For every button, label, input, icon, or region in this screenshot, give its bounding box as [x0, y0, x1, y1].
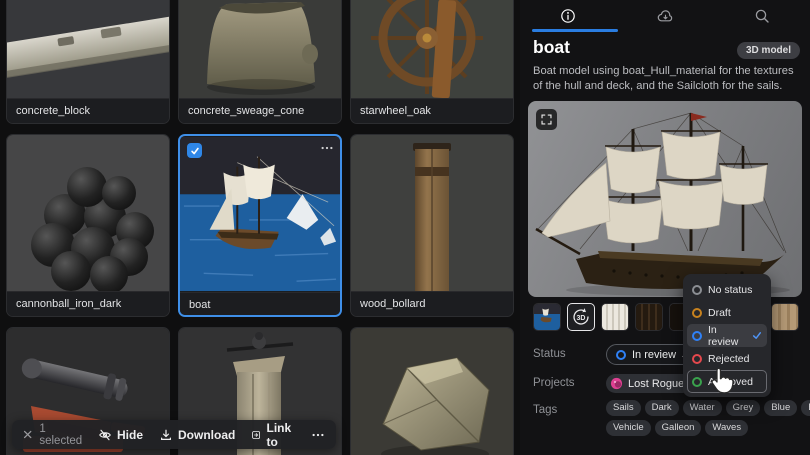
asset-card-rock[interactable]: [350, 327, 514, 455]
asset-name-label: starwheel_oak: [351, 98, 513, 124]
asset-name-label: wood_bollard: [351, 291, 513, 317]
asset-name-label: cannonball_iron_dark: [7, 291, 169, 317]
eye-off-icon: [98, 428, 112, 442]
thumb-tan-wood-texture[interactable]: [771, 303, 799, 331]
tags-field-label: Tags: [533, 404, 557, 416]
asset-card-concrete-sweage-cone[interactable]: concrete_sweage_cone: [178, 0, 342, 124]
check-icon: [752, 330, 762, 341]
asset-name-label: concrete_block: [7, 98, 169, 124]
cursor-pointer: [706, 366, 736, 398]
detail-panel: boat 3D model Boat model using boat_Hull…: [520, 0, 810, 455]
status-dot-amber: [692, 308, 702, 318]
asset-manager-app: concrete_block concrete_sweage_cone: [0, 0, 810, 455]
tag-chip[interactable]: Vehicle: [606, 420, 651, 436]
tag-chip[interactable]: Dark: [645, 400, 679, 416]
thumb-dark-wood-texture[interactable]: [635, 303, 663, 331]
more-options-icon[interactable]: [320, 140, 334, 158]
selected-checkbox[interactable]: [187, 143, 202, 158]
tag-chip[interactable]: Waves: [705, 420, 748, 436]
status-dot-in-review: [616, 350, 626, 360]
check-icon: [190, 146, 200, 156]
status-dot-green: [692, 377, 702, 387]
clear-selection-icon[interactable]: [23, 429, 32, 440]
ellipsis-icon: [311, 430, 325, 440]
more-actions-button[interactable]: [311, 430, 325, 440]
cannonball-iron-dark-thumbnail: [7, 135, 169, 291]
expand-icon: [541, 114, 552, 125]
tag-chip[interactable]: Blue: [764, 400, 797, 416]
thumb-3d-rotate[interactable]: 3D: [567, 303, 595, 331]
model-3d-viewport[interactable]: [528, 101, 802, 297]
search-icon: [754, 8, 770, 24]
status-field-label: Status: [533, 348, 566, 360]
cloud-download-icon: [657, 9, 674, 24]
selection-bar: 1 selected Hide Download: [12, 420, 336, 449]
starwheel-oak-thumbnail: [351, 0, 513, 98]
asset-title: boat: [533, 37, 570, 58]
asset-name-label: concrete_sweage_cone: [179, 98, 341, 124]
asset-name-label: boat: [180, 292, 340, 317]
download-button[interactable]: Download: [159, 428, 235, 442]
concrete-block-thumbnail: [7, 0, 169, 98]
project-avatar-icon: [610, 377, 623, 390]
wood-bollard-thumbnail: [351, 135, 513, 291]
info-icon: [560, 8, 576, 24]
asset-card-concrete-block[interactable]: concrete_block: [6, 0, 170, 124]
tab-cloud-sync[interactable]: [617, 0, 714, 32]
asset-type-badge: 3D model: [737, 42, 800, 59]
asset-description: Boat model using boat_Hull_material for …: [533, 64, 799, 95]
status-dot-red: [692, 354, 702, 364]
thumb-sailcloth-texture[interactable]: [601, 303, 629, 331]
tab-info[interactable]: [520, 0, 617, 32]
asset-grid: concrete_block concrete_sweage_cone: [0, 0, 520, 455]
tags-list: Sails Dark Water Grey Blue Boat Vehicle …: [606, 400, 806, 440]
status-option-in-review[interactable]: In review: [687, 324, 767, 347]
status-option-draft[interactable]: Draft: [687, 301, 767, 324]
link-to-button[interactable]: Link to: [251, 421, 295, 449]
rock-thumbnail: [351, 328, 513, 455]
panel-tabs: [520, 0, 810, 32]
download-icon: [159, 428, 173, 442]
tag-chip[interactable]: Water: [683, 400, 722, 416]
hide-button[interactable]: Hide: [98, 428, 143, 442]
tab-search[interactable]: [713, 0, 810, 32]
tag-chip[interactable]: Galleon: [655, 420, 702, 436]
status-dot-gray: [692, 285, 702, 295]
asset-card-boat[interactable]: boat: [178, 134, 342, 317]
tag-chip[interactable]: Boat: [801, 400, 810, 416]
active-tab-indicator: [532, 29, 618, 32]
selected-count: 1 selected: [39, 423, 84, 447]
asset-card-cannonball-iron-dark[interactable]: cannonball_iron_dark: [6, 134, 170, 317]
status-option-no-status[interactable]: No status: [687, 278, 767, 301]
project-chip-lost-rogue[interactable]: Lost Rogue: [606, 374, 693, 393]
tag-chip[interactable]: Sails: [606, 400, 641, 416]
svg-text:3D: 3D: [577, 315, 586, 322]
ship-render: [528, 101, 802, 297]
link-to-icon: [251, 428, 261, 442]
status-dot-blue: [692, 331, 702, 341]
tag-chip[interactable]: Grey: [726, 400, 761, 416]
rotate-3d-icon: 3D: [568, 304, 594, 330]
concrete-sweage-cone-thumbnail: [179, 0, 341, 98]
asset-card-starwheel-oak[interactable]: starwheel_oak: [350, 0, 514, 124]
fullscreen-button[interactable]: [536, 109, 557, 130]
projects-field-label: Projects: [533, 377, 575, 389]
asset-card-wood-bollard[interactable]: wood_bollard: [350, 134, 514, 317]
boat-thumbnail: [180, 136, 340, 292]
thumb-boat-render[interactable]: [533, 303, 561, 331]
